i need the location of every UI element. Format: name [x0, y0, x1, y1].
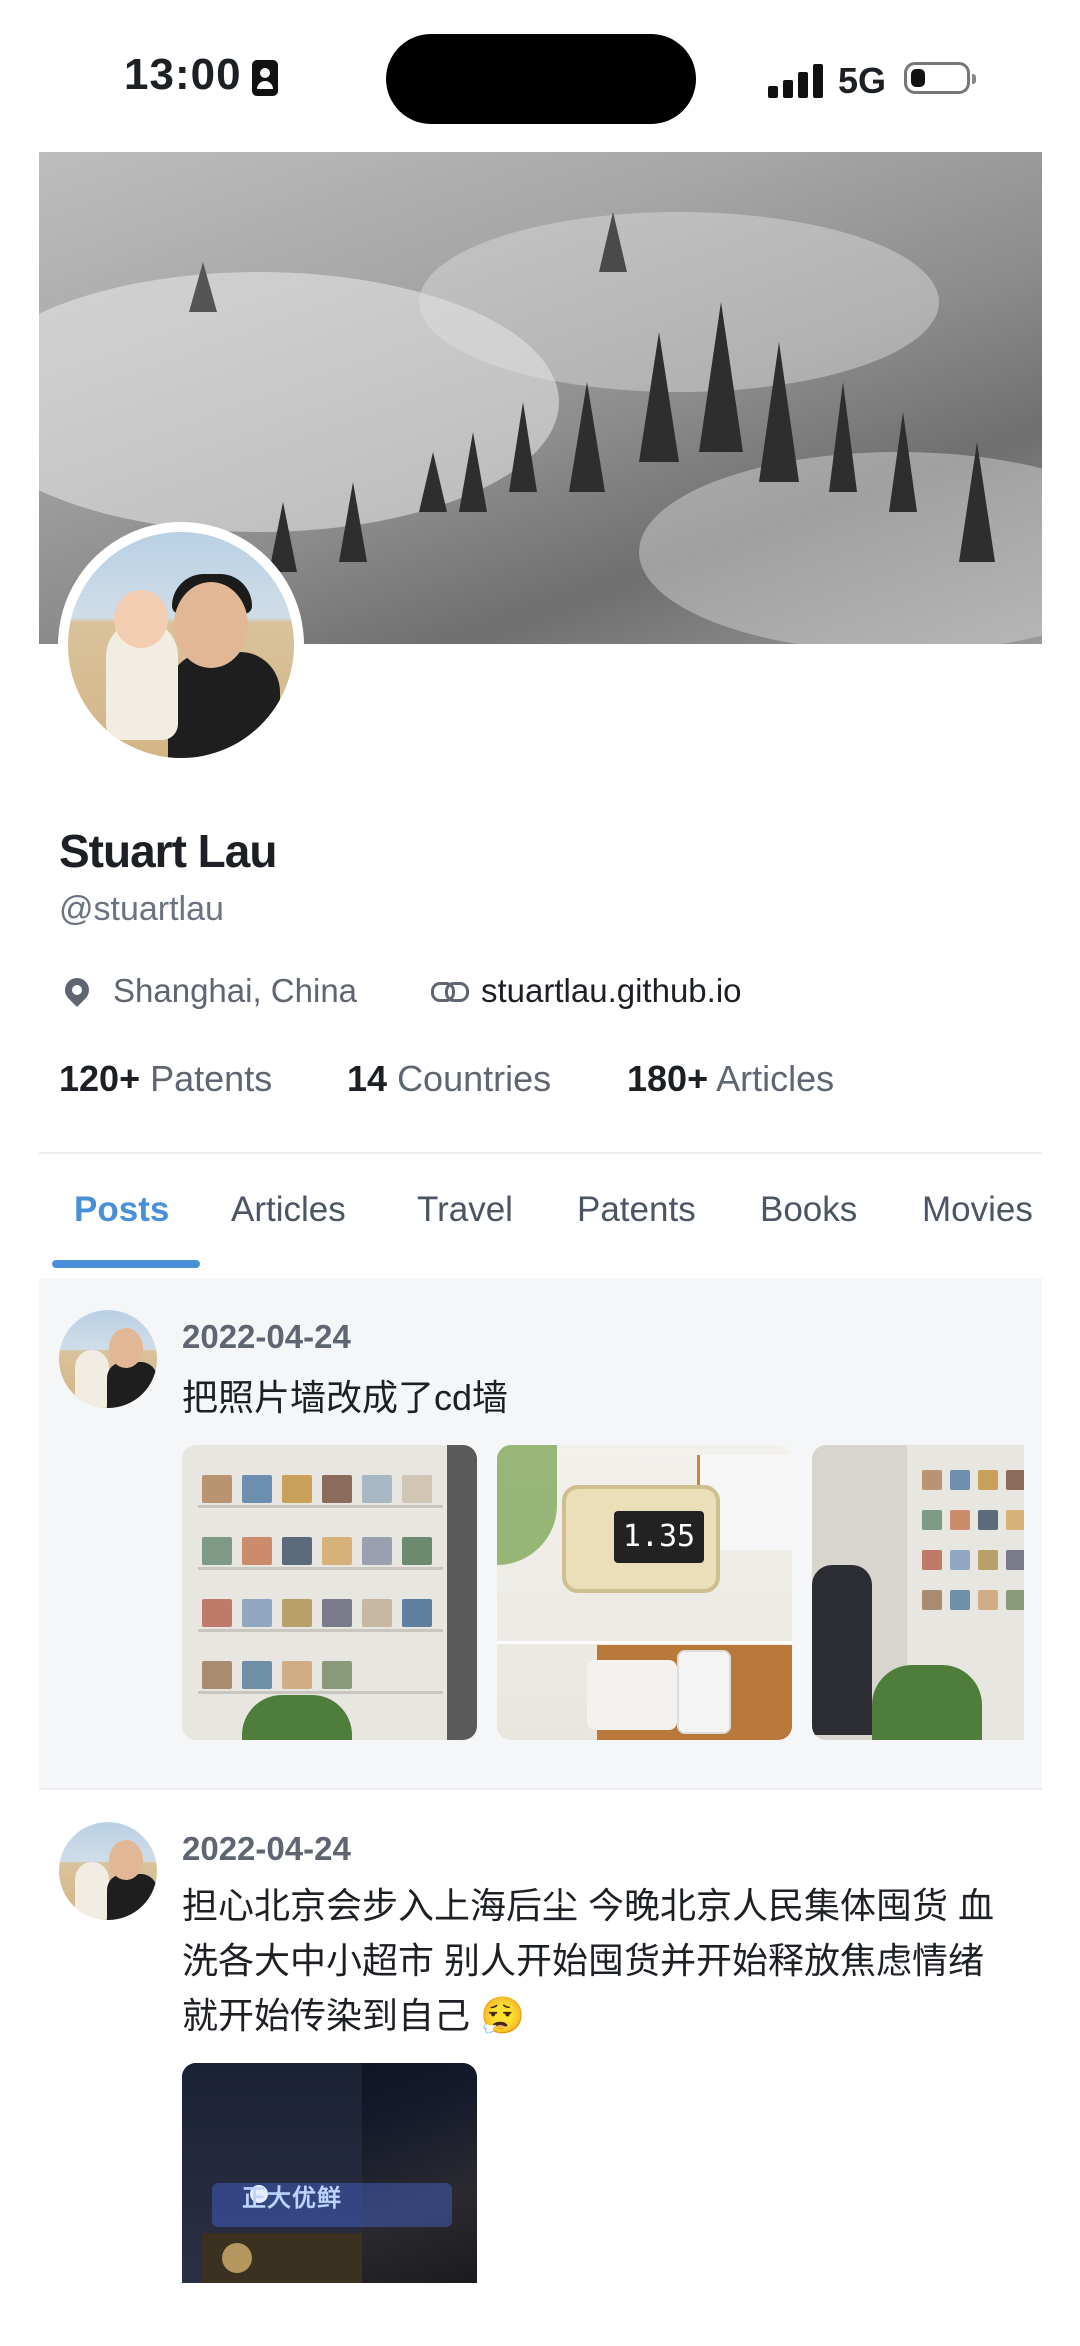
post-date: 2022-04-24	[182, 1318, 351, 1355]
dynamic-island	[386, 34, 696, 124]
profile-handle: @stuartlau	[59, 890, 224, 928]
stat-countries[interactable]: 14 Countries	[347, 1058, 551, 1100]
divider	[39, 1788, 1042, 1790]
tab-travel[interactable]: Travel	[417, 1190, 513, 1230]
battery-icon	[904, 62, 976, 94]
profile-name: Stuart Lau	[59, 825, 277, 877]
post-image-night-store[interactable]: 正大优鲜	[182, 2063, 477, 2283]
signal-icon	[768, 62, 824, 98]
post-avatar[interactable]	[59, 1822, 157, 1920]
status-time: 13:00	[124, 50, 242, 99]
tab-books[interactable]: Books	[760, 1190, 857, 1230]
post-text: 把照片墙改成了cd墙	[182, 1377, 509, 1418]
tab-patents[interactable]: Patents	[577, 1190, 696, 1230]
post-image-cd-wall[interactable]	[182, 1445, 477, 1740]
stat-patents[interactable]: 120+ Patents	[59, 1058, 272, 1100]
clock-display: 1.35	[614, 1511, 704, 1563]
link-icon	[431, 982, 469, 1002]
contact-card-icon	[252, 60, 278, 96]
status-bar: 13:00 5G	[0, 0, 1080, 150]
tab-articles[interactable]: Articles	[231, 1190, 346, 1230]
network-type: 5G	[838, 60, 887, 101]
profile-location: Shanghai, China	[113, 972, 358, 1009]
post-text: 担心北京会步入上海后尘 今晚北京人民集体囤货 血洗各大中小超市 别人开始囤货并开…	[182, 1885, 995, 2036]
post-avatar[interactable]	[59, 1310, 157, 1408]
tab-bar: Posts Articles Travel Patents Books Movi…	[39, 1154, 1042, 1278]
post-image-hallway[interactable]	[812, 1445, 1024, 1740]
post-date: 2022-04-24	[182, 1830, 351, 1867]
location-pin-icon	[60, 973, 94, 1007]
active-tab-indicator	[52, 1260, 200, 1268]
tab-movies[interactable]: Movies	[922, 1190, 1033, 1230]
profile-avatar[interactable]	[58, 522, 304, 768]
store-sign-text: 正大优鲜	[242, 2185, 342, 2212]
tab-posts[interactable]: Posts	[74, 1190, 169, 1230]
stat-articles[interactable]: 180+ Articles	[627, 1058, 834, 1100]
post-image-flip-clock[interactable]: 1.35	[497, 1445, 792, 1740]
profile-website-link[interactable]: stuartlau.github.io	[481, 972, 742, 1010]
